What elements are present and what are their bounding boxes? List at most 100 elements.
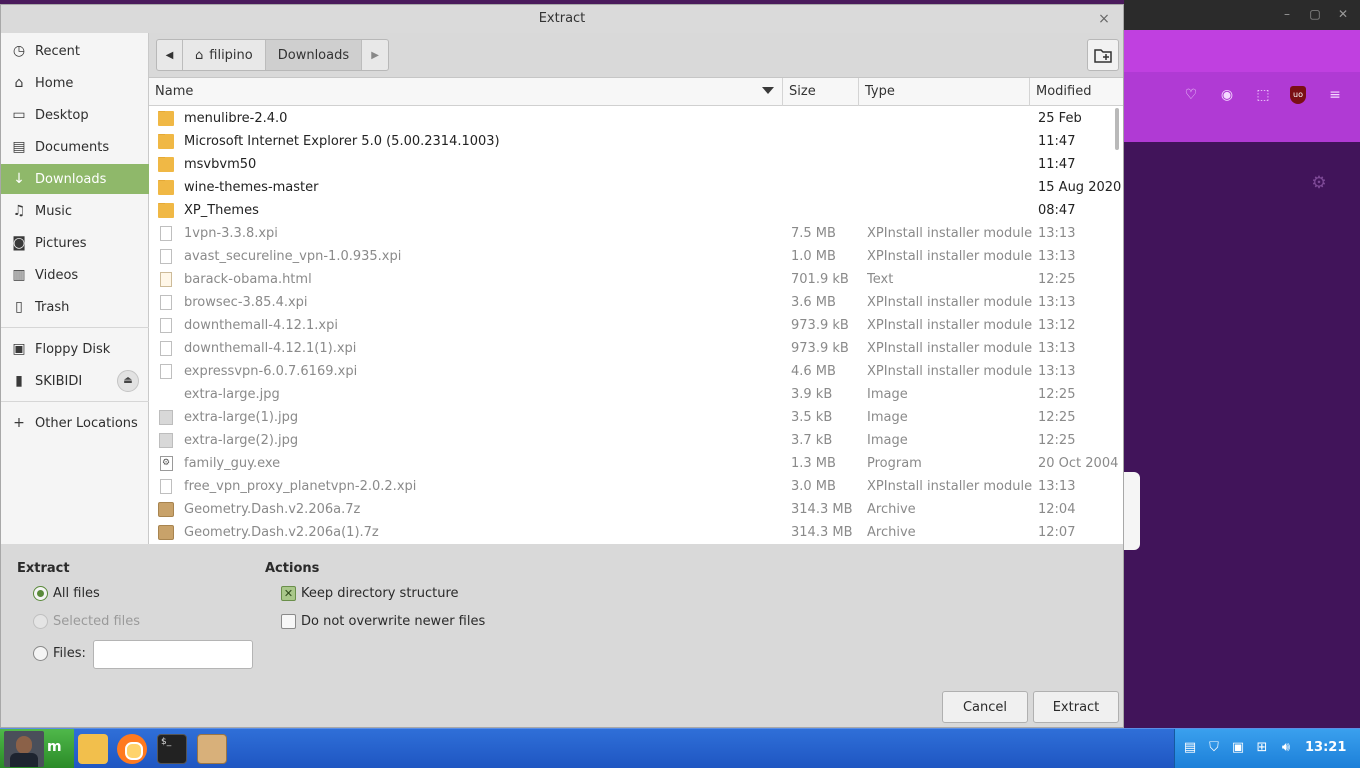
menu-icon[interactable]: ≡: [1326, 86, 1344, 104]
keep-directory-structure-checkbox[interactable]: ✕ Keep directory structure: [281, 586, 459, 601]
file-modified: 12:07: [1038, 525, 1076, 540]
sidebar-item-documents[interactable]: ▤ Documents: [1, 132, 149, 162]
file-row[interactable]: extra-large(1).jpg 3.5 kB Image 12:25: [149, 406, 1123, 429]
file-row[interactable]: downthemall-4.12.1(1).xpi 973.9 kB XPInsta…: [149, 337, 1123, 360]
cancel-button[interactable]: Cancel: [942, 691, 1028, 723]
file-row[interactable]: msvbvm50 11:47: [149, 153, 1123, 176]
extract-button[interactable]: Extract: [1033, 691, 1119, 723]
file-modified: 13:13: [1038, 479, 1076, 494]
firefox-icon[interactable]: [117, 734, 147, 764]
file-type: Image: [867, 387, 908, 402]
files-radio[interactable]: Files:: [33, 646, 86, 661]
file-modified: 13:13: [1038, 364, 1076, 379]
scrollbar[interactable]: [1115, 108, 1119, 150]
files-pattern-input[interactable]: [93, 640, 253, 669]
file-row[interactable]: Microsoft Internet Explorer 5.0 (5.00.23…: [149, 130, 1123, 153]
file-type: XPInstall installer module: [867, 479, 1032, 494]
file-row[interactable]: extra-large.jpg 3.9 kB Image 12:25: [149, 383, 1123, 406]
file-row[interactable]: barack-obama.html 701.9 kB Text 12:25: [149, 268, 1123, 291]
checkmark-icon: ✕: [281, 586, 296, 601]
column-modified[interactable]: Modified: [1030, 78, 1123, 106]
column-size[interactable]: Size: [783, 78, 859, 106]
files-folder-icon[interactable]: [78, 734, 108, 764]
file-name: expressvpn-6.0.7.6169.xpi: [184, 364, 358, 379]
maximize-icon[interactable]: ▢: [1308, 7, 1322, 21]
file-row[interactable]: free_vpn_proxy_planetvpn-2.0.2.xpi 3.0 MB…: [149, 475, 1123, 498]
file-type: XPInstall installer module: [867, 249, 1032, 264]
close-button[interactable]: ×: [1095, 10, 1113, 28]
sidebar-item-floppy-disk[interactable]: ▣ Floppy Disk: [1, 334, 149, 364]
file-type: XPInstall installer module: [867, 364, 1032, 379]
path-bar: ◀ ⌂ filipino Downloads ▶: [156, 39, 390, 71]
shield-icon[interactable]: ⛉: [1205, 739, 1223, 757]
close-icon[interactable]: ✕: [1336, 7, 1350, 21]
eject-icon[interactable]: ⏏: [117, 370, 139, 392]
file-icon: [160, 341, 172, 356]
file-type: XPInstall installer module: [867, 341, 1032, 356]
user-avatar: [4, 731, 44, 767]
extract-options: Extract All files Selected files Files: …: [1, 545, 1123, 727]
gear-icon[interactable]: ⚙: [1309, 173, 1329, 193]
extensions-icon[interactable]: ⬚: [1254, 86, 1272, 104]
image-file-icon: [158, 387, 174, 402]
path-forward-button[interactable]: ▶: [362, 40, 388, 70]
pocket-icon[interactable]: ♡: [1182, 86, 1200, 104]
start-button[interactable]: m: [0, 729, 74, 768]
file-type: Archive: [867, 525, 916, 540]
folder-icon: [158, 203, 174, 218]
volume-icon[interactable]: 🔊︎: [1277, 739, 1295, 757]
sort-descending-icon: [762, 87, 774, 94]
update-icon[interactable]: ▣: [1229, 739, 1247, 757]
file-row[interactable]: browsec-3.85.4.xpi 3.6 MB XPInstall instal…: [149, 291, 1123, 314]
path-segment-home[interactable]: ⌂ filipino: [183, 40, 266, 70]
file-size: 3.7 kB: [791, 433, 833, 448]
trash-icon: ▯: [15, 299, 23, 315]
path-back-button[interactable]: ◀: [157, 40, 183, 70]
do-not-overwrite-checkbox[interactable]: Do not overwrite newer files: [281, 614, 485, 629]
new-folder-button[interactable]: [1087, 39, 1119, 71]
clock[interactable]: 13:21: [1305, 740, 1346, 755]
file-row[interactable]: wine-themes-master 15 Aug 2020: [149, 176, 1123, 199]
file-row[interactable]: expressvpn-6.0.7.6169.xpi 4.6 MB XPInstall…: [149, 360, 1123, 383]
file-row[interactable]: menulibre-2.4.0 25 Feb: [149, 107, 1123, 130]
file-size: 4.6 MB: [791, 364, 836, 379]
clipboard-icon[interactable]: ▤: [1181, 739, 1199, 757]
column-type[interactable]: Type: [859, 78, 1030, 106]
archive-manager-icon[interactable]: [197, 734, 227, 764]
selected-files-radio: Selected files: [33, 614, 140, 629]
file-modified: 13:13: [1038, 249, 1076, 264]
file-size: 314.3 MB: [791, 502, 853, 517]
clock-icon: ◷: [12, 43, 26, 59]
file-row[interactable]: avast_secureline_vpn-1.0.935.xpi 1.0 MB XP…: [149, 245, 1123, 268]
file-row[interactable]: family_guy.exe 1.3 MB Program 20 Oct 2004: [149, 452, 1123, 475]
ublock-origin-icon[interactable]: uo: [1290, 86, 1306, 104]
file-row[interactable]: downthemall-4.12.1.xpi 973.9 kB XPInstall …: [149, 314, 1123, 337]
extract-dialog: Extract × ◷ Recent ⌂ Home ▭ Desktop ▤ Docume…: [0, 4, 1124, 728]
sidebar-item-desktop[interactable]: ▭ Desktop: [1, 100, 149, 130]
network-icon[interactable]: ⊞: [1253, 739, 1271, 757]
sidebar-item-music[interactable]: ♫ Music: [1, 196, 149, 226]
file-row[interactable]: Geometry.Dash.v2.206a.7z 314.3 MB Archive 1…: [149, 498, 1123, 521]
file-row[interactable]: XP_Themes 08:47: [149, 199, 1123, 222]
file-size: 3.5 kB: [791, 410, 833, 425]
sidebar-item-home[interactable]: ⌂ Home: [1, 68, 149, 98]
sidebar-item-pictures[interactable]: ◙ Pictures: [1, 228, 149, 258]
sidebar-item-trash[interactable]: ▯ Trash: [1, 292, 149, 322]
sidebar-item-downloads[interactable]: ↓ Downloads: [1, 164, 149, 194]
file-type: Text: [867, 272, 894, 287]
sidebar-item-skibidi[interactable]: ▮ SKIBIDI ⏏: [1, 366, 149, 396]
sidebar-item-recent[interactable]: ◷ Recent: [1, 36, 149, 66]
all-files-radio[interactable]: All files: [33, 586, 100, 601]
file-row[interactable]: 1vpn-3.3.8.xpi 7.5 MB XPInstall installer …: [149, 222, 1123, 245]
column-name[interactable]: Name: [149, 78, 783, 106]
account-icon[interactable]: ◉: [1218, 86, 1236, 104]
minimize-icon[interactable]: –: [1280, 7, 1294, 21]
file-row[interactable]: extra-large(2).jpg 3.7 kB Image 12:25: [149, 429, 1123, 452]
sidebar-item-videos[interactable]: ▥ Videos: [1, 260, 149, 290]
file-type: XPInstall installer module: [867, 318, 1032, 333]
file-row[interactable]: Geometry.Dash.v2.206a(1).7z 314.3 MB Archi…: [149, 521, 1123, 544]
path-segment-downloads[interactable]: Downloads: [265, 40, 363, 70]
file-modified: 13:13: [1038, 226, 1076, 241]
sidebar-item-other-locations[interactable]: + Other Locations: [1, 408, 149, 438]
terminal-icon[interactable]: $_: [157, 734, 187, 764]
